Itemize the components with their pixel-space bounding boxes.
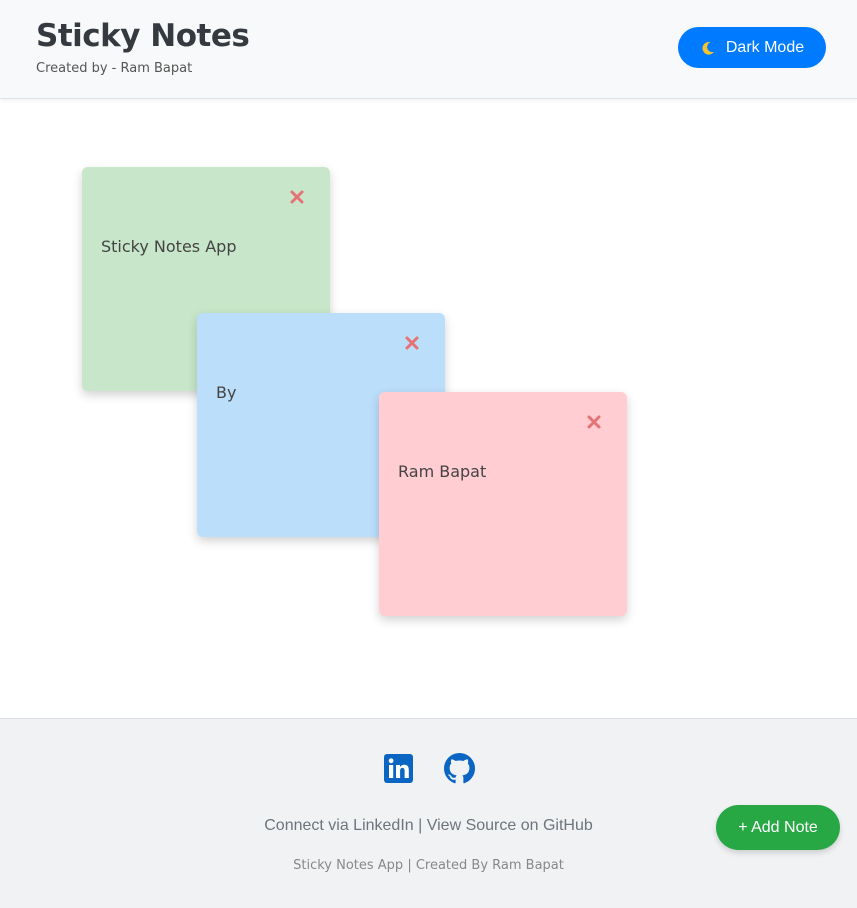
app-subtitle: Created by - Ram Bapat <box>36 61 193 76</box>
dark-mode-label: Dark Mode <box>725 38 805 56</box>
social-links <box>0 753 857 784</box>
add-note-button[interactable]: + Add Note <box>716 805 840 850</box>
moon-icon <box>700 40 716 56</box>
footer-separator: | <box>418 817 427 834</box>
dark-mode-button[interactable]: Dark Mode <box>678 27 826 68</box>
github-icon[interactable] <box>443 753 475 784</box>
github-link[interactable]: View Source on GitHub <box>427 817 593 834</box>
linkedin-icon[interactable] <box>383 753 414 784</box>
app-title: Sticky Notes <box>36 18 250 54</box>
note-text[interactable]: Ram Bapat <box>398 462 486 481</box>
close-icon[interactable] <box>289 189 305 205</box>
app-header: Sticky Notes Created by - Ram Bapat Dark… <box>0 0 857 99</box>
sticky-note[interactable]: Ram Bapat <box>379 392 627 616</box>
linkedin-link[interactable]: Connect via LinkedIn <box>264 817 413 834</box>
note-text[interactable]: By <box>216 383 236 402</box>
close-icon[interactable] <box>586 414 602 430</box>
footer-copyright: Sticky Notes App | Created By Ram Bapat <box>293 858 564 873</box>
note-text[interactable]: Sticky Notes App <box>101 237 236 256</box>
close-icon[interactable] <box>404 335 420 351</box>
